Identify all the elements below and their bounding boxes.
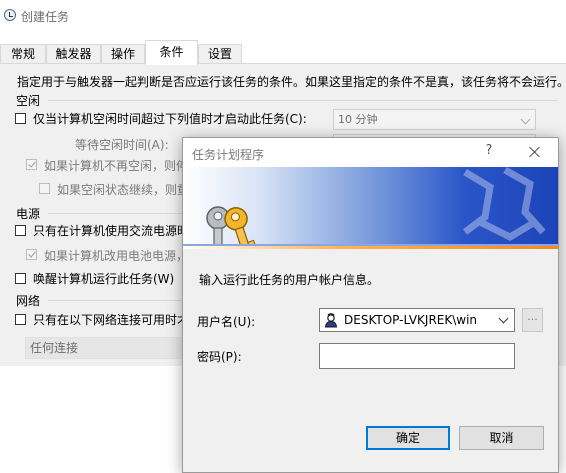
dialog-title: 任务计划程序 <box>192 148 265 162</box>
username-value: DESKTOP-LVKJREK\win <box>344 313 478 327</box>
tab-triggers[interactable]: 触发器 <box>46 44 101 63</box>
cancel-button[interactable]: 取消 <box>459 426 544 450</box>
network-select[interactable]: 任何连接 <box>25 337 185 359</box>
start-on-ac-checkbox[interactable] <box>15 225 26 236</box>
network-section-label: 网络 <box>16 294 41 308</box>
power-section-divider <box>48 213 182 214</box>
help-button[interactable]: ? <box>479 143 499 161</box>
idle-duration-select[interactable]: 10 分钟 <box>333 109 536 130</box>
stop-if-not-idle-label: 如果计算机不再空闲，则停 <box>44 159 189 173</box>
stop-if-not-idle-checkbox[interactable] <box>26 159 37 170</box>
idle-section-divider <box>48 100 558 101</box>
close-icon[interactable] <box>521 142 549 162</box>
task-scheduler-clock-icon <box>4 9 16 21</box>
tab-general[interactable]: 常规 <box>0 44 46 63</box>
start-if-idle-checkbox[interactable] <box>15 113 26 124</box>
banner-accent-stripe <box>183 246 558 249</box>
chevron-down-icon <box>520 114 531 125</box>
dialog-titlebar[interactable]: 任务计划程序 ? <box>183 138 558 167</box>
dialog-prompt: 输入运行此任务的用户帐户信息。 <box>199 273 380 287</box>
keys-icon <box>206 206 256 246</box>
idle-duration-value: 10 分钟 <box>338 113 378 126</box>
start-if-network-label: 只有在以下网络连接可用时才 <box>33 313 190 327</box>
window-title: 创建任务 <box>21 10 70 24</box>
start-on-ac-label: 只有在计算机使用交流电源时 <box>33 224 190 238</box>
wait-for-idle-label: 等待空闲时间(A): <box>75 138 169 152</box>
tab-settings[interactable]: 设置 <box>198 44 242 63</box>
network-section-divider <box>48 300 182 301</box>
password-label: 密码(P): <box>197 350 242 364</box>
start-if-idle-label: 仅当计算机空闲时间超过下列值时才启动此任务(C): <box>33 112 307 126</box>
chevron-down-icon <box>498 313 509 324</box>
wake-to-run-checkbox[interactable] <box>15 273 26 284</box>
stop-on-battery-label: 如果计算机改用电池电源， <box>44 249 189 263</box>
username-label: 用户名(U): <box>197 315 256 329</box>
idle-section-label: 空闲 <box>16 94 41 108</box>
tab-strip: 常规 触发器 操作 条件 设置 <box>0 40 566 65</box>
start-if-network-checkbox[interactable] <box>15 314 26 325</box>
banner-decoration-icon <box>462 167 546 241</box>
ok-button[interactable]: 确定 <box>366 426 450 450</box>
tab-conditions[interactable]: 条件 <box>145 40 198 65</box>
dialog-banner <box>183 167 558 246</box>
password-field[interactable] <box>319 343 515 369</box>
credentials-dialog: 任务计划程序 ? 输入运行此任务的用户帐户信息。 用户名(U): DESKTOP… <box>182 137 559 473</box>
window-titlebar[interactable]: 创建任务 <box>0 0 566 32</box>
network-value: 任何连接 <box>30 341 79 355</box>
conditions-description: 指定用于与触发器一起判断是否应运行该任务的条件。如果这里指定的条件不是真，该任务… <box>17 75 566 89</box>
restart-if-idle-label: 如果空闲状态继续，则重 <box>57 183 190 197</box>
user-account-icon <box>324 313 338 328</box>
restart-if-idle-checkbox[interactable] <box>39 183 50 194</box>
power-section-label: 电源 <box>16 207 41 221</box>
stop-on-battery-checkbox[interactable] <box>26 249 37 260</box>
tab-actions[interactable]: 操作 <box>101 44 145 63</box>
browse-user-button[interactable]: ... <box>522 308 543 332</box>
username-select[interactable]: DESKTOP-LVKJREK\win <box>319 308 515 332</box>
wake-to-run-label: 唤醒计算机运行此任务(W) <box>33 272 175 286</box>
